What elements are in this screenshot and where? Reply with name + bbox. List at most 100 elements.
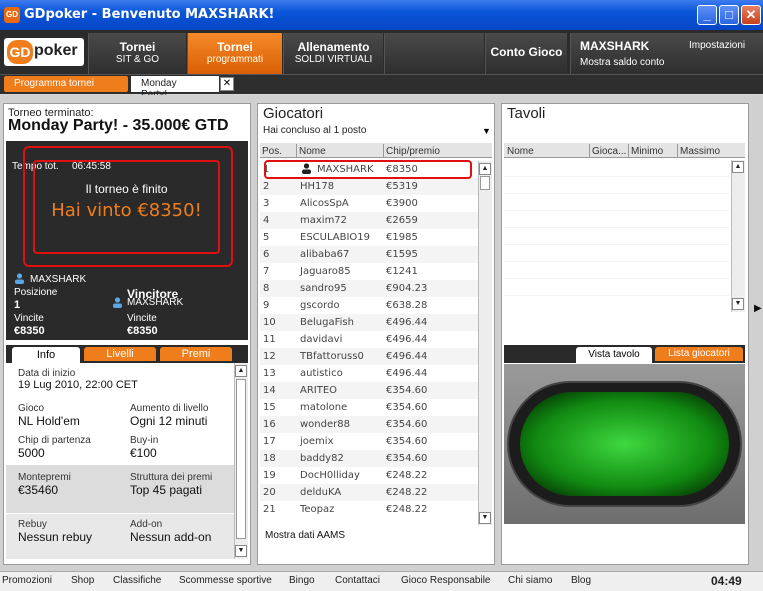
nav-sublabel: SIT & GO [115, 54, 160, 65]
scroll-thumb[interactable] [236, 379, 246, 539]
col-divider [296, 144, 297, 158]
player-chips: €1595 [386, 249, 418, 260]
chips-value: 5000 [18, 446, 45, 460]
nav-label: Tornei [217, 40, 253, 54]
structure-label: Struttura dei premi [130, 472, 213, 483]
footer-link-shop[interactable]: Shop [71, 575, 94, 586]
player-name: gscordo [300, 300, 340, 311]
tab-livelli[interactable]: Livelli [84, 347, 156, 361]
scroll-down-icon[interactable]: ▼ [235, 545, 247, 557]
player-row[interactable]: 5 ESCULABIO19 €1985 [260, 229, 478, 246]
col-divider [628, 144, 629, 158]
tables-scroll-up-icon[interactable]: ▲ [732, 161, 744, 173]
tab-info[interactable]: Info [12, 347, 80, 363]
player-name: baddy82 [300, 453, 344, 464]
tab-monday-party[interactable]: Monday Party!... [131, 76, 219, 100]
aams-link[interactable]: Mostra dati AAMS [265, 530, 345, 541]
footer-link-promozioni[interactable]: Promozioni [2, 575, 52, 586]
player-pos: 5 [263, 232, 270, 243]
tab-programma-tornei[interactable]: Programma tornei [4, 76, 128, 92]
player-row[interactable]: 2 HH178 €5319 [260, 178, 478, 195]
player-name: BelugaFish [300, 317, 354, 328]
close-button[interactable]: ✕ [741, 5, 761, 25]
player-chips: €248.22 [386, 470, 428, 481]
players-scroll-down-icon[interactable]: ▼ [479, 512, 491, 524]
player-row[interactable]: 13 autistico €496.44 [260, 365, 478, 382]
nav-tornei-sitgo[interactable]: Tornei SIT & GO [88, 33, 186, 74]
player-pos: 7 [263, 266, 270, 277]
show-balance-link[interactable]: Mostra saldo conto [580, 57, 665, 68]
tab-lista-giocatori[interactable]: Lista giocatori [655, 347, 743, 361]
players-scrollbar[interactable] [478, 161, 492, 525]
player-row[interactable]: 8 sandro95 €904.23 [260, 280, 478, 297]
logo-poker: poker [34, 42, 78, 59]
player-row[interactable]: 18 baddy82 €354.60 [260, 450, 478, 467]
prize-value: €35460 [18, 483, 59, 497]
player-row[interactable]: 14 ARITEO €354.60 [260, 382, 478, 399]
gdpoker-logo: GD poker [4, 38, 84, 66]
players-scroll-up-icon[interactable]: ▲ [479, 163, 491, 175]
minimize-button[interactable]: _ [697, 5, 717, 25]
player-row[interactable]: 3 AlicosSpA €3900 [260, 195, 478, 212]
rebuy-label: Rebuy [18, 519, 47, 530]
footer-link-contattaci[interactable]: Contattaci [335, 575, 380, 586]
footer-link-classifiche[interactable]: Classifiche [113, 575, 161, 586]
scroll-up-icon[interactable]: ▲ [235, 365, 247, 377]
settings-link[interactable]: Impostazioni [689, 40, 745, 51]
side-arrow-icon[interactable]: ▶ [754, 303, 762, 314]
buyin-label: Buy-in [130, 435, 159, 446]
game-label: Gioco [18, 403, 45, 414]
players-scroll-thumb[interactable] [480, 176, 490, 190]
players-filter[interactable]: Hai concluso al 1 posto [263, 125, 366, 136]
nav-tornei-programmati[interactable]: Tornei programmati [187, 33, 282, 74]
footer-link-scommesse[interactable]: Scommesse sportive [179, 575, 272, 586]
player-row[interactable]: 6 alibaba67 €1595 [260, 246, 478, 263]
player-row[interactable]: 7 Jaguaro85 €1241 [260, 263, 478, 280]
app-icon: GD [4, 7, 20, 23]
tcol-giocatori[interactable]: Gioca... [592, 146, 626, 157]
player-row[interactable]: 19 DocH0lliday €248.22 [260, 467, 478, 484]
nav-allenamento[interactable]: Allenamento SOLDI VIRTUALI [283, 33, 383, 74]
footer-link-chi-siamo[interactable]: Chi siamo [508, 575, 552, 586]
player-row[interactable]: 20 delduKA €248.22 [260, 484, 478, 501]
player-row[interactable]: 10 BelugaFish €496.44 [260, 314, 478, 331]
player-chips: €248.22 [386, 504, 428, 515]
filter-dropdown-icon[interactable]: ▼ [482, 126, 491, 136]
players-table-header [260, 143, 492, 158]
close-tab-icon[interactable]: ✕ [220, 77, 234, 91]
col-nome[interactable]: Nome [299, 146, 326, 157]
tab-premi[interactable]: Premi [160, 347, 232, 361]
player-name: delduKA [300, 487, 342, 498]
players-title: Giocatori [263, 105, 324, 122]
player-row[interactable]: 16 wonder88 €354.60 [260, 416, 478, 433]
footer-link-blog[interactable]: Blog [571, 575, 591, 586]
player-pos: 19 [263, 470, 276, 481]
player-row[interactable]: 21 Teopaz €248.22 [260, 501, 478, 518]
player-row[interactable]: 9 gscordo €638.28 [260, 297, 478, 314]
tables-scrollbar[interactable] [731, 160, 745, 312]
col-divider [383, 144, 384, 158]
player-row[interactable]: 12 TBfattoruss0 €496.44 [260, 348, 478, 365]
player-pos: 11 [263, 334, 276, 345]
player-row[interactable]: 4 maxim72 €2659 [260, 212, 478, 229]
level-label: Aumento di livello [130, 403, 209, 414]
player-row[interactable]: 17 joemix €354.60 [260, 433, 478, 450]
start-label: Data di inizio [18, 368, 76, 379]
player-row[interactable]: 15 matolone €354.60 [260, 399, 478, 416]
col-pos[interactable]: Pos. [262, 146, 282, 157]
nav-conto-gioco[interactable]: Conto Gioco [485, 33, 567, 74]
tcol-nome[interactable]: Nome [507, 146, 534, 157]
player-pos: 10 [263, 317, 276, 328]
col-chip[interactable]: Chip/premio [386, 146, 440, 157]
tables-scroll-down-icon[interactable]: ▼ [732, 298, 744, 310]
footer-link-bingo[interactable]: Bingo [289, 575, 315, 586]
footer-link-responsabile[interactable]: Gioco Responsabile [401, 575, 491, 586]
player-pos: 15 [263, 402, 276, 413]
players-list: 1 MAXSHARK €8350 2 HH178 €5319 3 AlicosSpA €3900… [260, 161, 478, 525]
tcol-minimo[interactable]: Minimo [631, 146, 663, 157]
player-name: wonder88 [300, 419, 350, 430]
player-row[interactable]: 11 davidavi €496.44 [260, 331, 478, 348]
maximize-button[interactable]: □ [719, 5, 739, 25]
tab-vista-tavolo[interactable]: Vista tavolo [576, 347, 652, 363]
tcol-massimo[interactable]: Massimo [680, 146, 720, 157]
